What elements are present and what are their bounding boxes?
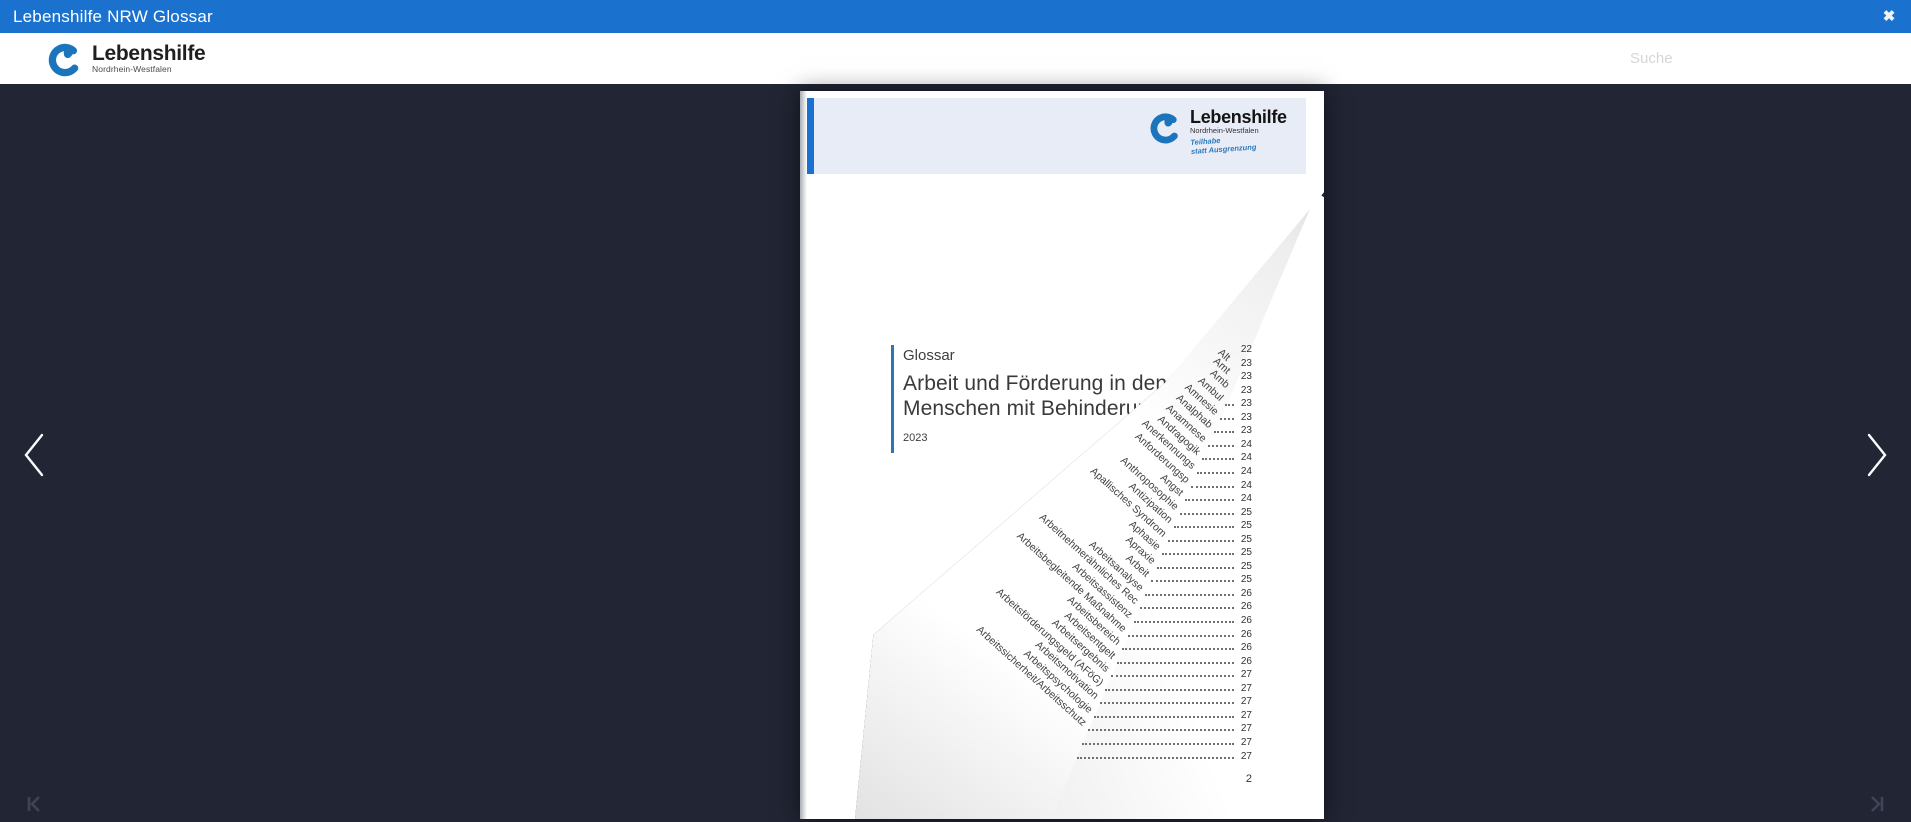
- toc-leader-dots: [1100, 702, 1234, 704]
- toc-page-number: 2: [1230, 773, 1252, 785]
- toc-leader-dots: [1191, 486, 1234, 488]
- header-logo: Lebenshilfe Nordrhein-Westfalen: [46, 39, 205, 78]
- doc-category: Glossar: [903, 347, 1193, 364]
- toc-entry-page: 25: [1232, 507, 1252, 518]
- toc-entry-page: 25: [1232, 547, 1252, 558]
- toc-entry-page: 24: [1232, 493, 1252, 504]
- toc-entry-page: 25: [1232, 574, 1252, 585]
- toc-entry-page: 27: [1232, 669, 1252, 680]
- toc-leader-dots: [1128, 635, 1234, 637]
- toc-entry-page: 23: [1232, 385, 1252, 396]
- toc-entry-page: 26: [1232, 629, 1252, 640]
- toc-entry-page: 27: [1232, 710, 1252, 721]
- toc-leader-dots: [1214, 431, 1234, 433]
- toc-entry-page: 23: [1232, 412, 1252, 423]
- toc-entry-page: 22: [1232, 344, 1252, 355]
- toc-entry-page: 24: [1232, 480, 1252, 491]
- toc-entry-page: 23: [1232, 358, 1252, 369]
- toc-entry-page: 27: [1232, 751, 1252, 762]
- toc-leader-dots: [1122, 648, 1234, 650]
- cover-logo: Lebenshilfe Nordrhein-Westfalen Teilhabe…: [1148, 109, 1287, 156]
- toc-entry-page: 25: [1232, 534, 1252, 545]
- toc-entry-page: 26: [1232, 656, 1252, 667]
- toc-leader-dots: [1157, 567, 1234, 569]
- toc-leader-dots: [1168, 540, 1234, 542]
- toc-entry-page: 26: [1232, 588, 1252, 599]
- brand-region: Nordrhein-Westfalen: [92, 64, 205, 74]
- toc-entry-page: 24: [1232, 452, 1252, 463]
- toc-entry-page: 27: [1232, 683, 1252, 694]
- cover-band: Lebenshilfe Nordrhein-Westfalen Teilhabe…: [807, 98, 1306, 174]
- cover-brand-name: Lebenshilfe: [1190, 109, 1287, 126]
- toc-leader-dots: [1197, 472, 1234, 474]
- search-input[interactable]: [1630, 45, 1840, 71]
- toc-leader-dots: [1082, 743, 1234, 745]
- toc-leader-dots: [1185, 499, 1234, 501]
- viewer-stage: 2 2223Alt23Amt23Amb23Ambul23Amnesie23Ana…: [0, 84, 1911, 822]
- toc-entry-page: 25: [1232, 561, 1252, 572]
- toc-leader-dots: [1117, 662, 1234, 664]
- toc-entry-page: 25: [1232, 520, 1252, 531]
- toc-leader-dots: [1151, 580, 1234, 582]
- toc-entry-page: 24: [1232, 466, 1252, 477]
- lebenshilfe-logo-icon: [1148, 109, 1184, 145]
- lebenshilfe-logo-icon: [46, 39, 85, 78]
- toc-leader-dots: [1140, 607, 1234, 609]
- next-page-arrow-icon[interactable]: [1855, 428, 1899, 484]
- toc-entry-page: 26: [1232, 642, 1252, 653]
- toc-leader-dots: [1094, 716, 1234, 718]
- toc-leader-dots: [1208, 445, 1234, 447]
- flipbook-page[interactable]: 2 2223Alt23Amt23Amb23Ambul23Amnesie23Ana…: [800, 91, 1324, 819]
- toc-leader-dots: [1180, 513, 1234, 515]
- brand-name: Lebenshilfe: [92, 44, 205, 64]
- toc-entry-page: 27: [1232, 723, 1252, 734]
- toc-entry-page: 23: [1232, 371, 1252, 382]
- window-title: Lebenshilfe NRW Glossar: [0, 7, 213, 27]
- app-header: Lebenshilfe Nordrhein-Westfalen: [0, 33, 1911, 84]
- toc-leader-dots: [1134, 621, 1234, 623]
- toc-entry-page: 23: [1232, 398, 1252, 409]
- toc-entry-page: 27: [1232, 696, 1252, 707]
- toc-leader-dots: [1145, 594, 1234, 596]
- window-titlebar: Lebenshilfe NRW Glossar ✖: [0, 0, 1911, 33]
- toc-leader-dots: [1105, 689, 1234, 691]
- cover-band-accent-bar: [807, 98, 814, 174]
- toc-leader-dots: [1225, 404, 1234, 406]
- first-page-icon[interactable]: [22, 794, 48, 816]
- toc-entry-page: 23: [1232, 425, 1252, 436]
- toc-leader-dots: [1220, 418, 1234, 420]
- toc-leader-dots: [1111, 675, 1234, 677]
- toc-entry-page: 26: [1232, 615, 1252, 626]
- toc-entry-page: 24: [1232, 439, 1252, 450]
- toc-leader-dots: [1202, 458, 1234, 460]
- previous-page-arrow-icon[interactable]: [12, 428, 56, 484]
- toc-leader-dots: [1162, 553, 1234, 555]
- toc-leader-dots: [1174, 526, 1234, 528]
- toc-entry-page: 27: [1232, 737, 1252, 748]
- toc-leader-dots: [1077, 757, 1234, 759]
- close-icon[interactable]: ✖: [1876, 4, 1902, 30]
- last-page-icon[interactable]: [1863, 794, 1889, 816]
- toc-entry-page: 26: [1232, 601, 1252, 612]
- toc-leader-dots: [1088, 729, 1234, 731]
